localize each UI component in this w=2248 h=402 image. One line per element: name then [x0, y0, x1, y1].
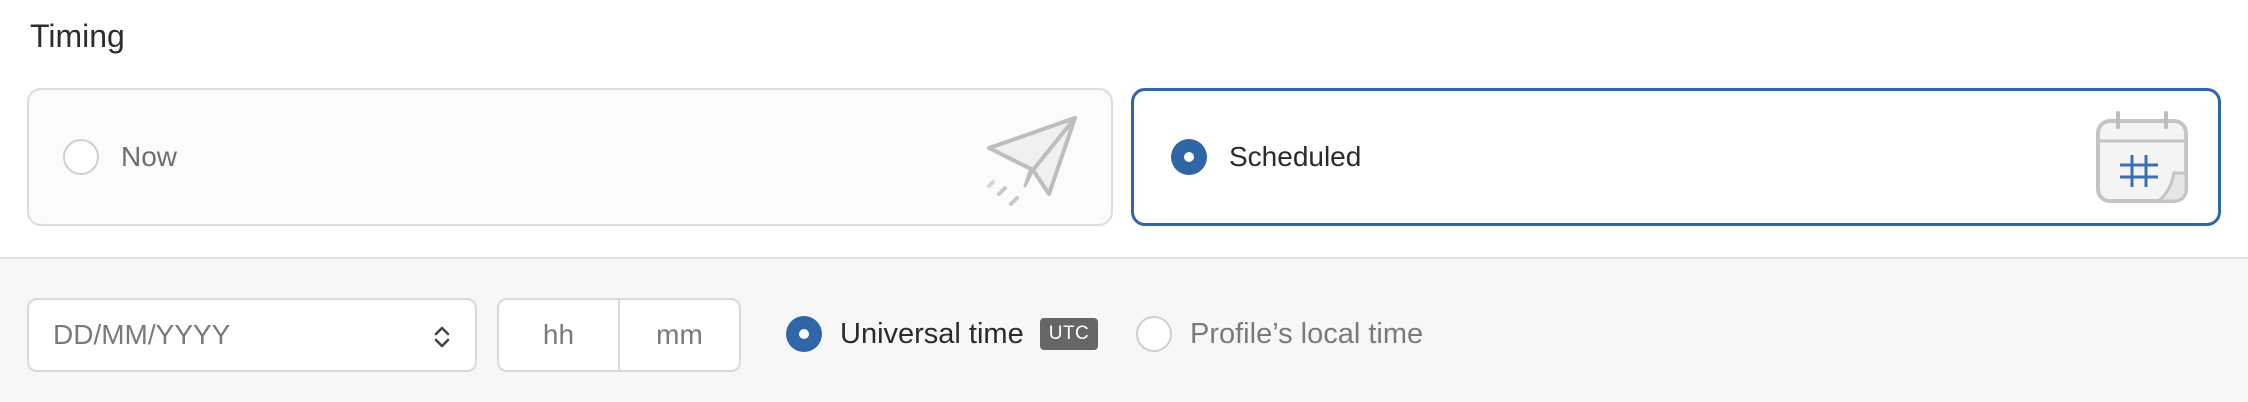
minutes-field[interactable]: mm	[618, 300, 739, 370]
universal-time-radio[interactable]	[786, 316, 822, 352]
timing-option-scheduled[interactable]: Scheduled	[1131, 88, 2221, 226]
timezone-option-local[interactable]: Profile’s local time	[1136, 314, 1423, 354]
universal-time-label: Universal time	[840, 317, 1024, 350]
scheduled-radio[interactable]	[1171, 139, 1207, 175]
now-label: Now	[121, 141, 178, 172]
local-time-label: Profile’s local time	[1190, 317, 1424, 350]
timezone-option-universal[interactable]: Universal time UTC	[786, 314, 1099, 354]
now-radio[interactable]	[63, 139, 99, 175]
utc-badge: UTC	[1039, 318, 1099, 350]
paper-plane-icon	[985, 110, 1085, 215]
section-title: Timing	[30, 18, 125, 54]
local-time-radio[interactable]	[1136, 316, 1172, 352]
chevron-up-down-icon	[433, 324, 451, 357]
date-select[interactable]: DD/MM/YYYY	[27, 298, 477, 372]
scheduled-label: Scheduled	[1229, 141, 1362, 172]
timing-section: Timing Now Scheduled	[0, 0, 2248, 257]
time-input: hh mm	[497, 298, 741, 372]
timing-option-now[interactable]: Now	[27, 88, 1113, 226]
calendar-icon	[2094, 111, 2190, 212]
date-placeholder: DD/MM/YYYY	[53, 319, 231, 350]
hours-field[interactable]: hh	[499, 300, 618, 370]
